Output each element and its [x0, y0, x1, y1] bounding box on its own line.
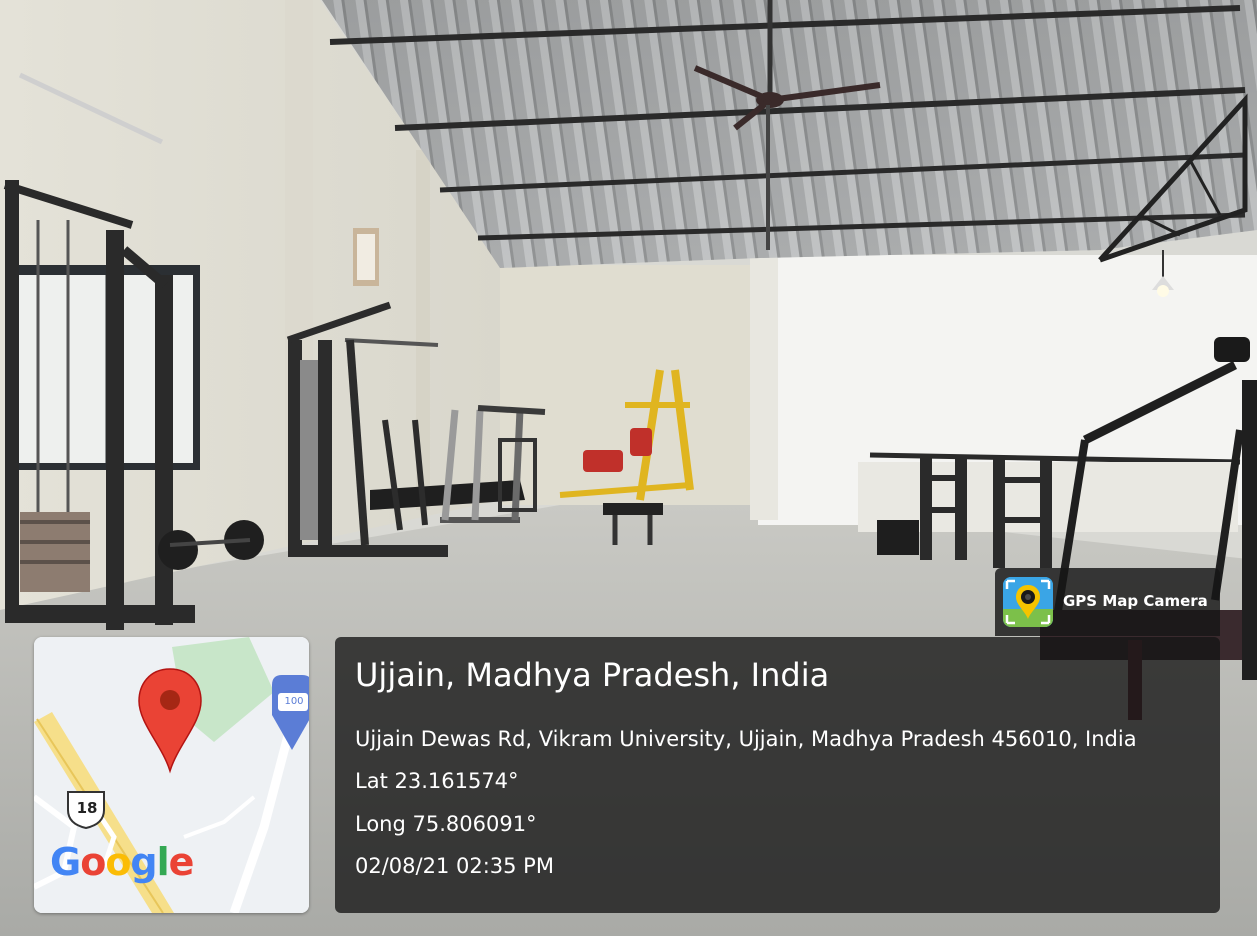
datetime-line: 02/08/21 02:35 PM [355, 854, 554, 878]
app-name: GPS Map Camera [1063, 592, 1208, 610]
app-badge: GPS Map Camera [995, 568, 1220, 636]
gps-map-camera-icon [1003, 577, 1053, 627]
location-title: Ujjain, Madhya Pradesh, India [355, 656, 830, 694]
address-line: Ujjain Dewas Rd, Vikram University, Ujja… [355, 727, 1137, 751]
route-shield-label: 18 [76, 799, 98, 817]
google-logo: Google [50, 840, 194, 884]
map-thumbnail[interactable]: 18 100 Google [34, 637, 309, 913]
latitude-line: Lat 23.161574° [355, 769, 519, 793]
location-info-panel: Ujjain, Madhya Pradesh, India Ujjain Dew… [335, 637, 1220, 913]
poi-badge-label: 100 [284, 696, 304, 707]
longitude-line: Long 75.806091° [355, 812, 537, 836]
